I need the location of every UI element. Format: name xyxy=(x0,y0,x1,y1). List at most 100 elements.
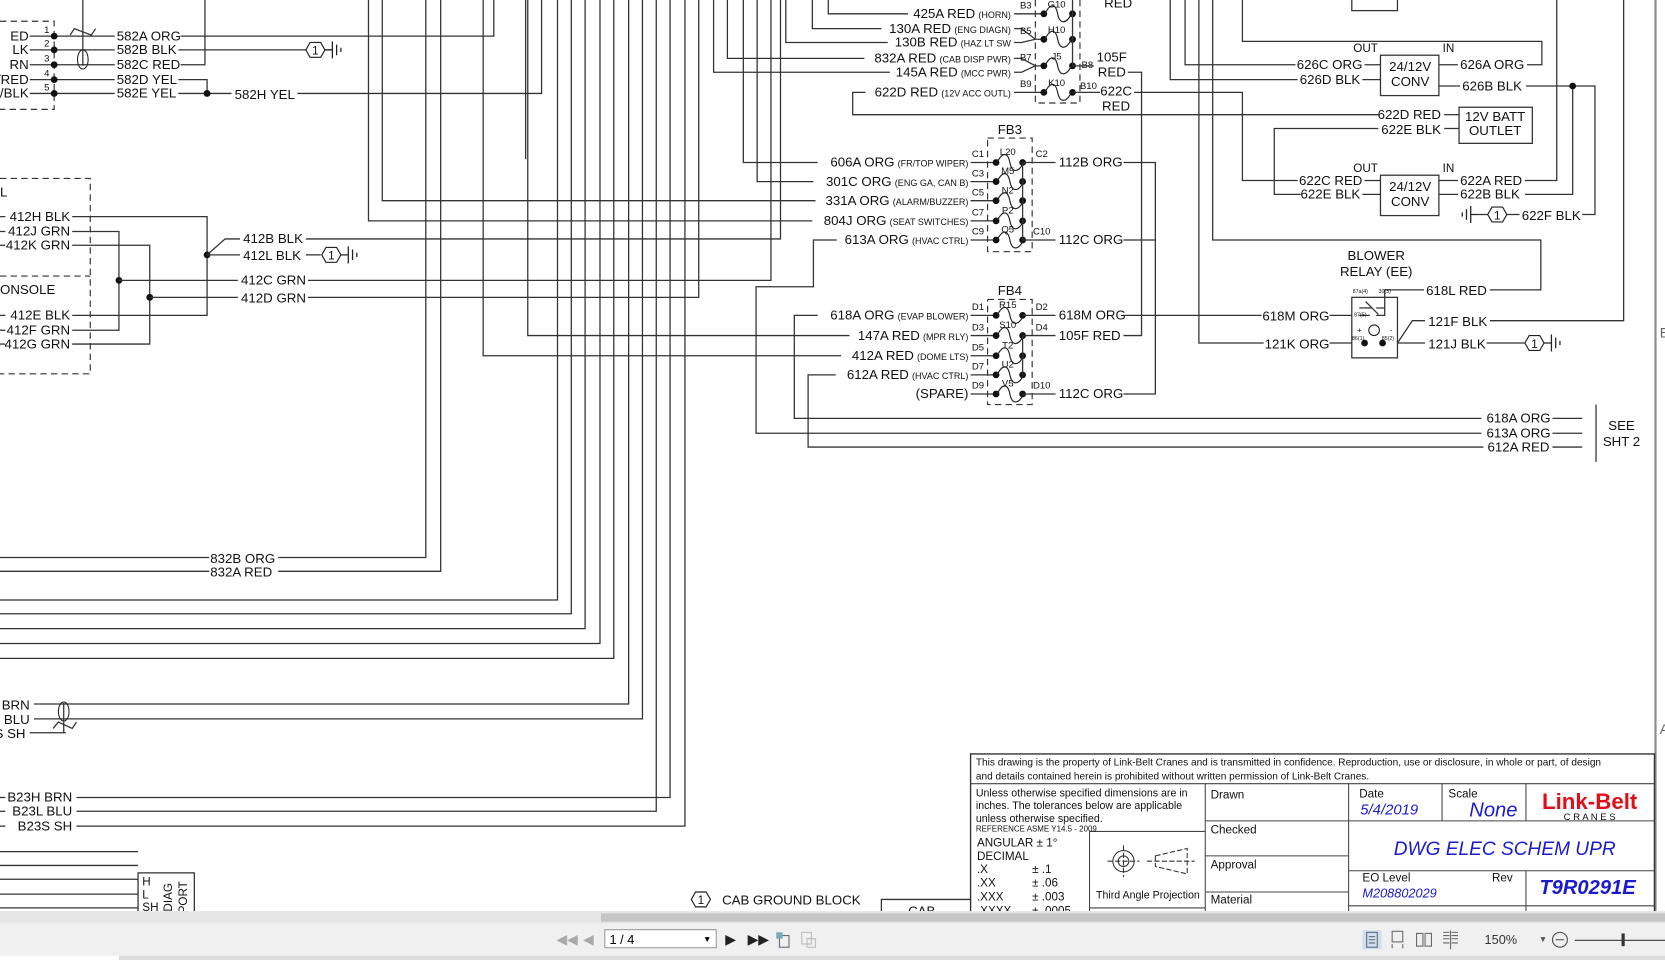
horizontal-scrollbar[interactable] xyxy=(0,911,1665,924)
connector-pin-label: LK xyxy=(12,42,28,57)
port-label: IN xyxy=(1443,42,1455,55)
scrollbar-thumb[interactable] xyxy=(601,913,1665,922)
ground-ref-number: 1 xyxy=(312,45,319,58)
wire-label: CONV xyxy=(1391,74,1429,89)
two-page-view-icon[interactable] xyxy=(1414,930,1433,949)
wire xyxy=(1525,85,1596,216)
diag-port-title: PORT xyxy=(177,881,190,911)
wire-label: 24/12V xyxy=(1389,179,1431,194)
margin-letter: A xyxy=(1660,722,1665,737)
wire-label: 622E BLK xyxy=(1381,122,1441,137)
ground-ref-number: 1 xyxy=(1494,209,1501,222)
pin-label: C5 xyxy=(972,187,984,198)
connector-pin-label: RN xyxy=(9,57,28,72)
relay-title: BLOWER xyxy=(1347,248,1405,263)
two-page-continuous-icon[interactable] xyxy=(1441,930,1460,950)
first-page-button[interactable]: ◀◀ xyxy=(556,931,577,948)
wire-id: 804J ORG xyxy=(824,213,887,228)
wire-id: 130B RED xyxy=(895,35,958,50)
pin-label: C9 xyxy=(972,227,984,238)
wire-label: 24/12V xyxy=(1389,59,1431,74)
zoom-dropdown-icon[interactable]: ▼ xyxy=(1538,931,1549,948)
connector-pin-label: /RED xyxy=(0,72,29,87)
drawing-page: ED 1 582A ORG LK 2 582B BLK RN 3 582C RED/RED 4 58… xyxy=(0,0,1665,912)
wire-label: OUTLET xyxy=(1469,123,1521,138)
single-page-view-icon[interactable] xyxy=(1362,930,1382,950)
zoom-slider[interactable] xyxy=(1574,939,1665,941)
ground-ref-number: 1 xyxy=(698,894,705,907)
fuse-wire-label: 804J ORG (SEAT SWITCHES) xyxy=(824,213,969,228)
circuit-note: (SEAT SWITCHES) xyxy=(890,217,969,227)
wire-label: 618L RED xyxy=(1426,283,1487,298)
wire xyxy=(785,0,888,44)
wire xyxy=(827,0,908,15)
wire xyxy=(33,0,630,705)
wire-id: 147A RED xyxy=(858,328,920,343)
wire-id: 301C ORG xyxy=(826,174,892,189)
fuse-wire-label: 130A RED (ENG DIAGN) xyxy=(889,21,1011,36)
wire-label: 412K GRN xyxy=(6,238,70,253)
diag-pin-label: H xyxy=(142,876,150,889)
link-belt-logo: Link-Belt xyxy=(1542,789,1638,814)
fuse-wire-label: 425A RED (HORN) xyxy=(913,6,1011,21)
zoom-slider-thumb[interactable] xyxy=(1621,933,1625,947)
next-view-icon[interactable] xyxy=(800,930,819,949)
ground-ref-number: 1 xyxy=(328,250,335,263)
wire-label: 412L BLK xyxy=(243,248,301,263)
wire-label: 618M ORG xyxy=(1059,308,1126,323)
zoom-out-icon[interactable] xyxy=(1550,930,1569,949)
fuse-wire-label: 301C ORG (ENG GA, CAN B) xyxy=(826,174,968,189)
wire-label: 412B BLK xyxy=(243,231,303,246)
wire-label: 121J BLK xyxy=(1428,336,1486,351)
next-page-button[interactable]: ▶ xyxy=(724,931,737,948)
pin-number: 5 xyxy=(44,82,49,93)
wire xyxy=(180,0,495,37)
wire-id: 425A RED xyxy=(913,6,975,21)
fuse-label: K10 xyxy=(1048,78,1065,89)
relay-box-partial xyxy=(1351,0,1399,12)
wire xyxy=(297,0,543,95)
wire-label: 622C RED xyxy=(1299,173,1362,188)
wire-label: 121F BLK xyxy=(1428,314,1487,329)
wire-label: 626C ORG xyxy=(1297,57,1363,72)
wire-label: 622D RED xyxy=(1378,107,1441,122)
zoom-level[interactable]: 150% xyxy=(1485,932,1518,947)
fuse-label: R15 xyxy=(999,300,1017,311)
wire-label: 618A ORG xyxy=(1486,411,1550,426)
schematic: ED 1 582A ORGLK 2 582B BLKRN 3 582C RED/RED 4 58… xyxy=(0,0,1665,912)
wire-label: 582C RED xyxy=(117,57,180,72)
tolerance-key: .X xyxy=(977,863,988,876)
previous-page-button[interactable]: ◀ xyxy=(582,931,595,948)
pin-label: B3 xyxy=(1020,0,1032,11)
wire-label: 105F xyxy=(1097,50,1127,65)
previous-view-icon[interactable] xyxy=(774,930,793,949)
wire xyxy=(180,0,206,66)
chevron-down-icon[interactable]: ▼ xyxy=(703,930,711,949)
page-number-field[interactable]: 1 / 4 ▼ xyxy=(604,929,717,949)
reference-standard: REFERENCE ASME Y14.5 - 2009 xyxy=(976,824,1098,833)
circuit-note: (ALARM/BUZZER) xyxy=(893,197,969,207)
eo-level-label: EO Level xyxy=(1362,871,1410,884)
pin-number: 4 xyxy=(44,68,50,79)
fuse-label: V5 xyxy=(1002,379,1014,390)
fuse-wire-label: (SPARE) xyxy=(916,386,969,401)
port-label: OUT xyxy=(1353,42,1378,55)
wire-label: 832A RED xyxy=(210,565,272,580)
wire-label: 412F GRN xyxy=(7,322,70,337)
fuse-block-title: FB3 xyxy=(998,122,1022,137)
wire xyxy=(76,0,686,827)
tolerance-value: ± .0005 xyxy=(1032,904,1071,911)
tolerance-key: .XXXX xyxy=(977,904,1012,911)
fuse-wire-label: 612A RED (HVAC CTRL) xyxy=(847,367,969,382)
relay-title: RELAY (EE) xyxy=(1340,264,1412,279)
fuse-label: Q5 xyxy=(1001,225,1014,236)
wire-label: CONV xyxy=(1391,194,1429,209)
last-page-button[interactable]: ▶▶ xyxy=(748,931,769,948)
relay-pin-label: 85(2) xyxy=(1382,336,1395,342)
wire xyxy=(1184,0,1296,66)
continuous-view-icon[interactable] xyxy=(1388,930,1407,949)
wire-label: 582E YEL xyxy=(117,86,177,101)
wire-label: 112C ORG xyxy=(1059,386,1124,401)
drawing-title: DWG ELEC SCHEM UPR xyxy=(1394,839,1616,860)
fuse-wire-label: 147A RED (MPR RLY) xyxy=(858,328,969,343)
